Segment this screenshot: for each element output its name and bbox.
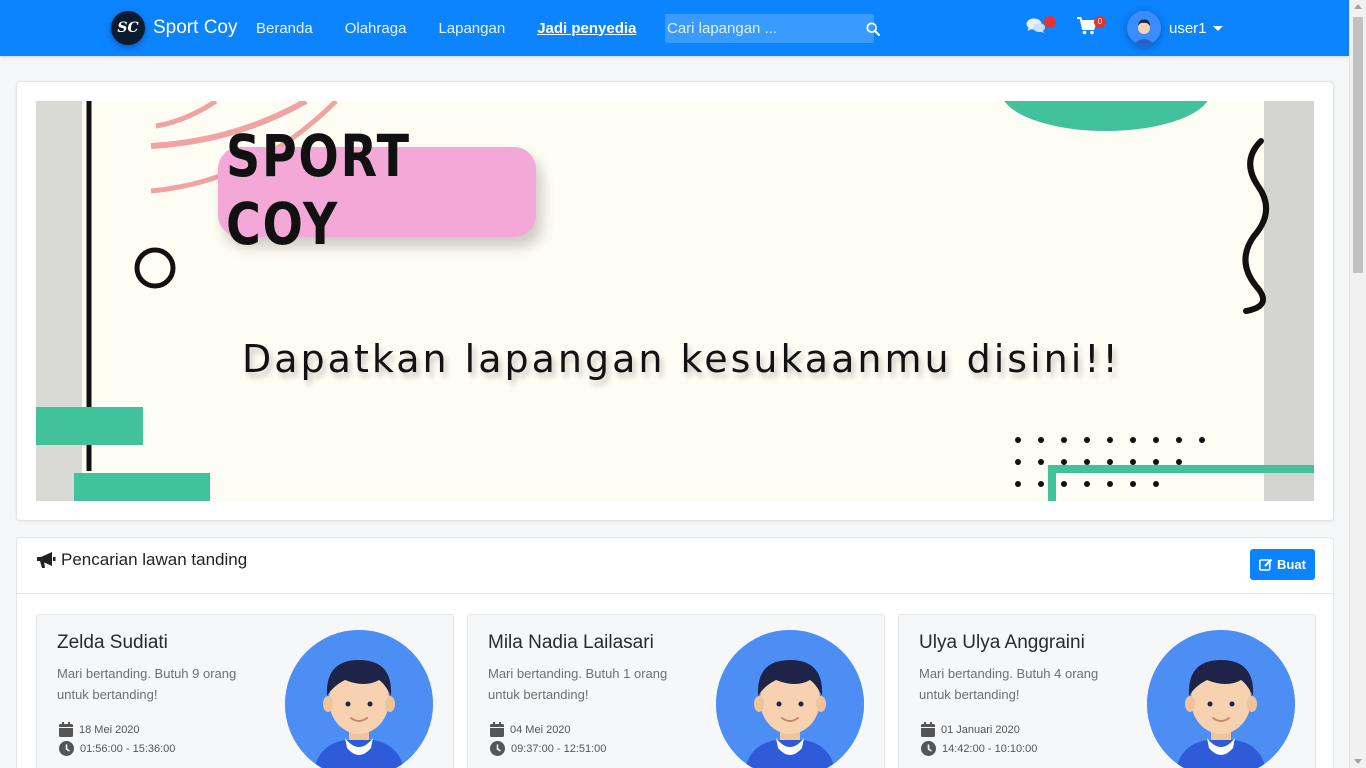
scroll-up-arrow-icon[interactable] xyxy=(1354,4,1362,9)
match-time: 01:56:00 - 15:36:00 xyxy=(59,741,175,756)
top-navbar: SC Sport Coy Beranda Olahraga Lapangan J… xyxy=(0,0,1349,56)
clock-icon xyxy=(490,741,505,756)
match-card[interactable]: Zelda Sudiati Mari bertanding. Butuh 9 o… xyxy=(36,614,454,768)
match-date-text: 18 Mei 2020 xyxy=(79,723,140,736)
match-card[interactable]: Mila Nadia Lailasari Mari bertanding. Bu… xyxy=(467,614,885,768)
brand-name: Sport Coy xyxy=(153,17,238,38)
nav-links: Beranda Olahraga Lapangan Jadi penyedia xyxy=(256,0,668,56)
opponent-search-card: Pencarian lawan tanding Buat Zelda Sudia… xyxy=(16,537,1334,768)
scrollbar-thumb[interactable] xyxy=(1353,17,1363,273)
search-icon xyxy=(866,21,880,36)
player-avatar xyxy=(1147,630,1295,768)
calendar-icon xyxy=(59,722,73,737)
match-time: 09:37:00 - 12:51:00 xyxy=(490,741,606,756)
hero-banner: SPORT COY Dapatkan lapangan kesukaanmu d… xyxy=(36,101,1314,501)
section-title-text: Pencarian lawan tanding xyxy=(61,550,248,569)
create-match-button[interactable]: Buat xyxy=(1250,549,1315,580)
clock-icon xyxy=(921,741,936,756)
scroll-down-arrow-icon[interactable] xyxy=(1354,759,1362,764)
match-list: Zelda Sudiati Mari bertanding. Butuh 9 o… xyxy=(36,614,1316,768)
match-date: 01 Januari 2020 xyxy=(921,722,1020,737)
banner-title: SPORT COY xyxy=(226,122,411,258)
player-avatar xyxy=(716,630,864,768)
banner-card: SPORT COY Dapatkan lapangan kesukaanmu d… xyxy=(16,81,1334,521)
search-button[interactable] xyxy=(866,14,880,43)
username-label: user1 xyxy=(1169,19,1207,37)
match-time-text: 01:56:00 - 15:36:00 xyxy=(80,742,176,755)
edit-icon xyxy=(1259,558,1273,571)
cart-count-badge: 0 xyxy=(1094,16,1106,28)
match-date: 04 Mei 2020 xyxy=(490,722,571,737)
search-box xyxy=(665,14,880,43)
match-description: Mari bertanding. Butuh 9 orang untuk ber… xyxy=(57,666,237,702)
match-player-name: Ulya Ulya Anggraini xyxy=(919,632,1085,653)
nav-link-lapangan[interactable]: Lapangan xyxy=(438,20,505,37)
page-scrollbar[interactable] xyxy=(1349,0,1366,768)
match-card[interactable]: Ulya Ulya Anggraini Mari bertanding. But… xyxy=(898,614,1316,768)
match-time: 14:42:00 - 10:10:00 xyxy=(921,741,1037,756)
chevron-down-icon xyxy=(1212,25,1223,31)
nav-link-beranda[interactable]: Beranda xyxy=(256,20,313,37)
chat-icon[interactable] xyxy=(1026,17,1046,35)
opponent-search-header: Pencarian lawan tanding Buat xyxy=(17,538,1333,594)
avatar xyxy=(1127,11,1161,45)
match-date: 18 Mei 2020 xyxy=(59,722,140,737)
match-description: Mari bertanding. Butuh 4 orang untuk ber… xyxy=(919,666,1099,702)
brand-logo: SC xyxy=(111,11,145,45)
chat-notification-badge xyxy=(1044,16,1056,28)
player-avatar xyxy=(285,630,433,768)
match-date-text: 04 Mei 2020 xyxy=(510,723,571,736)
match-description: Mari bertanding. Butuh 1 orang untuk ber… xyxy=(488,666,668,702)
calendar-icon xyxy=(490,722,504,737)
nav-link-jadi-penyedia[interactable]: Jadi penyedia xyxy=(537,20,636,37)
match-date-text: 01 Januari 2020 xyxy=(941,723,1020,736)
clock-icon xyxy=(59,741,74,756)
match-player-name: Mila Nadia Lailasari xyxy=(488,632,654,653)
banner-tagline: Dapatkan lapangan kesukaanmu disini!! xyxy=(242,337,1121,381)
match-time-text: 14:42:00 - 10:10:00 xyxy=(942,742,1038,755)
match-time-text: 09:37:00 - 12:51:00 xyxy=(511,742,607,755)
calendar-icon xyxy=(921,722,935,737)
user-menu[interactable]: user1 xyxy=(1127,10,1223,46)
create-match-label: Buat xyxy=(1277,557,1306,572)
megaphone-icon xyxy=(37,552,56,568)
section-title: Pencarian lawan tanding xyxy=(36,550,247,570)
brand-link[interactable]: SC Sport Coy xyxy=(111,10,237,46)
match-player-name: Zelda Sudiati xyxy=(57,632,168,653)
nav-link-olahraga[interactable]: Olahraga xyxy=(345,20,407,37)
search-input[interactable] xyxy=(665,14,866,43)
